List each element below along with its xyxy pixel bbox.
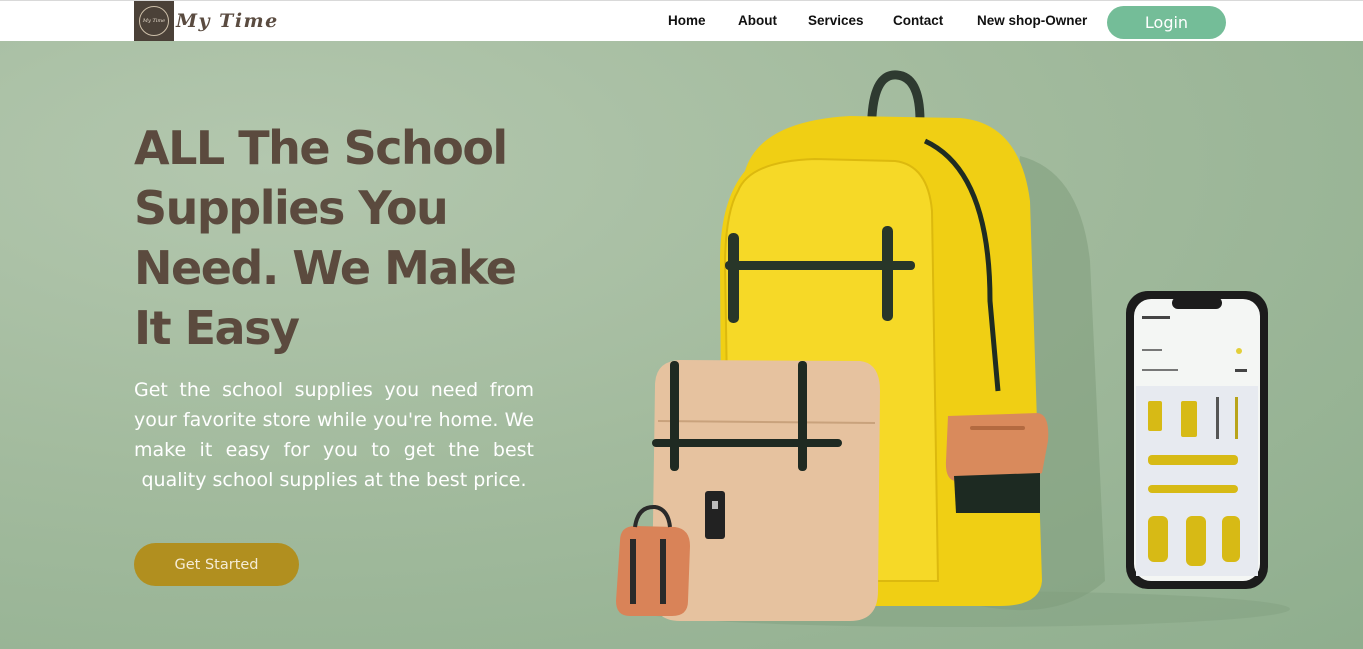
top-navbar: My Time My Time Home About Services Cont… <box>0 0 1363 41</box>
nav-services-link[interactable]: Services <box>808 13 864 28</box>
nav-about-link[interactable]: About <box>738 13 777 28</box>
hero-description: Get the school supplies you need from yo… <box>134 379 534 491</box>
nav-home-link[interactable]: Home <box>668 13 706 28</box>
nav-contact-link[interactable]: Contact <box>893 13 943 28</box>
hero-section: ALL The School Supplies You Need. We Mak… <box>0 41 1363 649</box>
hero-headline: ALL The School Supplies You Need. We Mak… <box>134 121 517 355</box>
get-started-button[interactable]: Get Started <box>134 543 299 586</box>
nav-new-shop-owner-link[interactable]: New shop-Owner <box>977 13 1087 28</box>
login-button[interactable]: Login <box>1107 6 1226 39</box>
backpack-and-phone-illustration <box>616 70 1290 627</box>
